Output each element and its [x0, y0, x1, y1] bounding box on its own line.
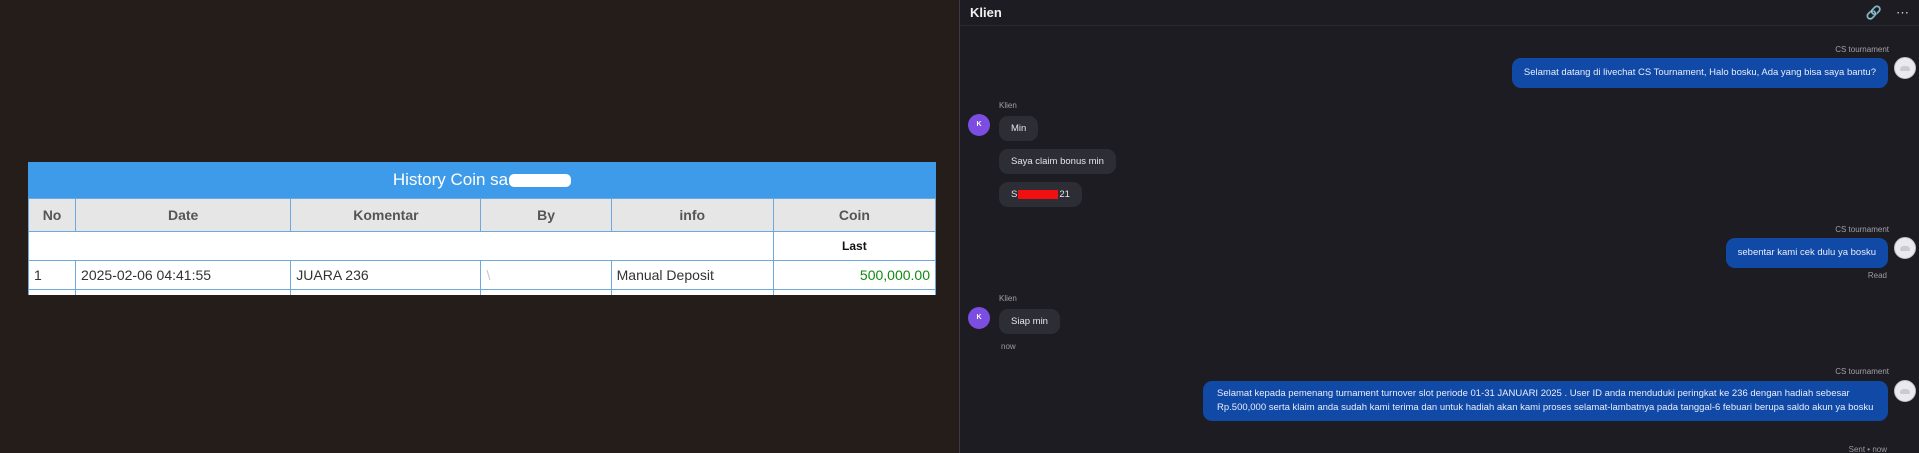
sender-name: CS tournament [1835, 45, 1889, 54]
cell-by: \ [480, 260, 612, 290]
chat-header: Klien 🔗 ⋯ [960, 0, 1919, 26]
redaction-mark [1018, 189, 1059, 199]
last-row: Last [28, 231, 936, 261]
table-row: 1 2025-02-06 04:41:55 JUARA 236 \ Manual… [28, 260, 936, 290]
table-title: History Coin sa [28, 162, 936, 198]
table-header-row: No Date Komentar By info Coin [28, 198, 936, 232]
col-header-komentar: Komentar [290, 198, 482, 232]
incoming-message: Siap min [999, 309, 1060, 334]
agent-avatar [1894, 237, 1916, 259]
read-status: Read [1867, 271, 1887, 280]
table-row-partial [28, 289, 936, 295]
sent-status: Sent • now [1848, 445, 1887, 453]
last-label: Last [772, 231, 936, 261]
sender-name: CS tournament [1835, 367, 1889, 376]
message-text-suffix: 21 [1059, 189, 1070, 200]
chat-panel: Klien 🔗 ⋯ CS tournament Selamat datang d… [959, 0, 1919, 453]
col-header-no: No [28, 198, 77, 232]
sender-name: CS tournament [1835, 225, 1889, 234]
history-coin-table: History Coin sa No Date Komentar By info… [28, 162, 936, 295]
header-actions: 🔗 ⋯ [1866, 5, 1909, 21]
redaction-mark [509, 174, 572, 188]
client-avatar: K [968, 114, 990, 136]
outgoing-message: Selamat kepada pemenang turnament turnov… [1203, 381, 1888, 421]
outgoing-message: Selamat datang di livechat CS Tournament… [1511, 58, 1888, 88]
col-header-date: Date [75, 198, 292, 232]
col-header-by: By [480, 198, 612, 232]
sender-name: Klien [999, 101, 1017, 110]
link-icon[interactable]: 🔗 [1866, 5, 1882, 21]
coin-table-grid: No Date Komentar By info Coin Last 1 202… [28, 198, 936, 295]
cell-komentar: JUARA 236 [290, 260, 482, 290]
more-icon[interactable]: ⋯ [1896, 5, 1909, 21]
agent-avatar [1894, 57, 1916, 79]
last-row-spacer [28, 231, 774, 261]
cell-coin: 500,000.00 [772, 260, 936, 290]
incoming-message: S 21 [999, 182, 1082, 207]
sender-name: Klien [999, 294, 1017, 303]
client-avatar: K [968, 307, 990, 329]
incoming-message: Saya claim bonus min [999, 149, 1116, 174]
message-text-prefix: S [1011, 189, 1018, 200]
table-title-text: History Coin sa [392, 170, 509, 189]
cell-no: 1 [28, 260, 77, 290]
cell-date: 2025-02-06 04:41:55 [75, 260, 292, 290]
incoming-message: Min [999, 116, 1039, 141]
left-screenshot-panel: History Coin sa No Date Komentar By info… [0, 0, 959, 453]
col-header-coin: Coin [772, 198, 936, 232]
cell-info: Manual Deposit [610, 260, 774, 290]
col-header-info: info [610, 198, 774, 232]
outgoing-message: sebentar kami cek dulu ya bosku [1725, 238, 1888, 268]
message-time: now [1001, 342, 1016, 351]
chat-title: Klien [970, 5, 1002, 20]
agent-avatar [1894, 380, 1916, 402]
